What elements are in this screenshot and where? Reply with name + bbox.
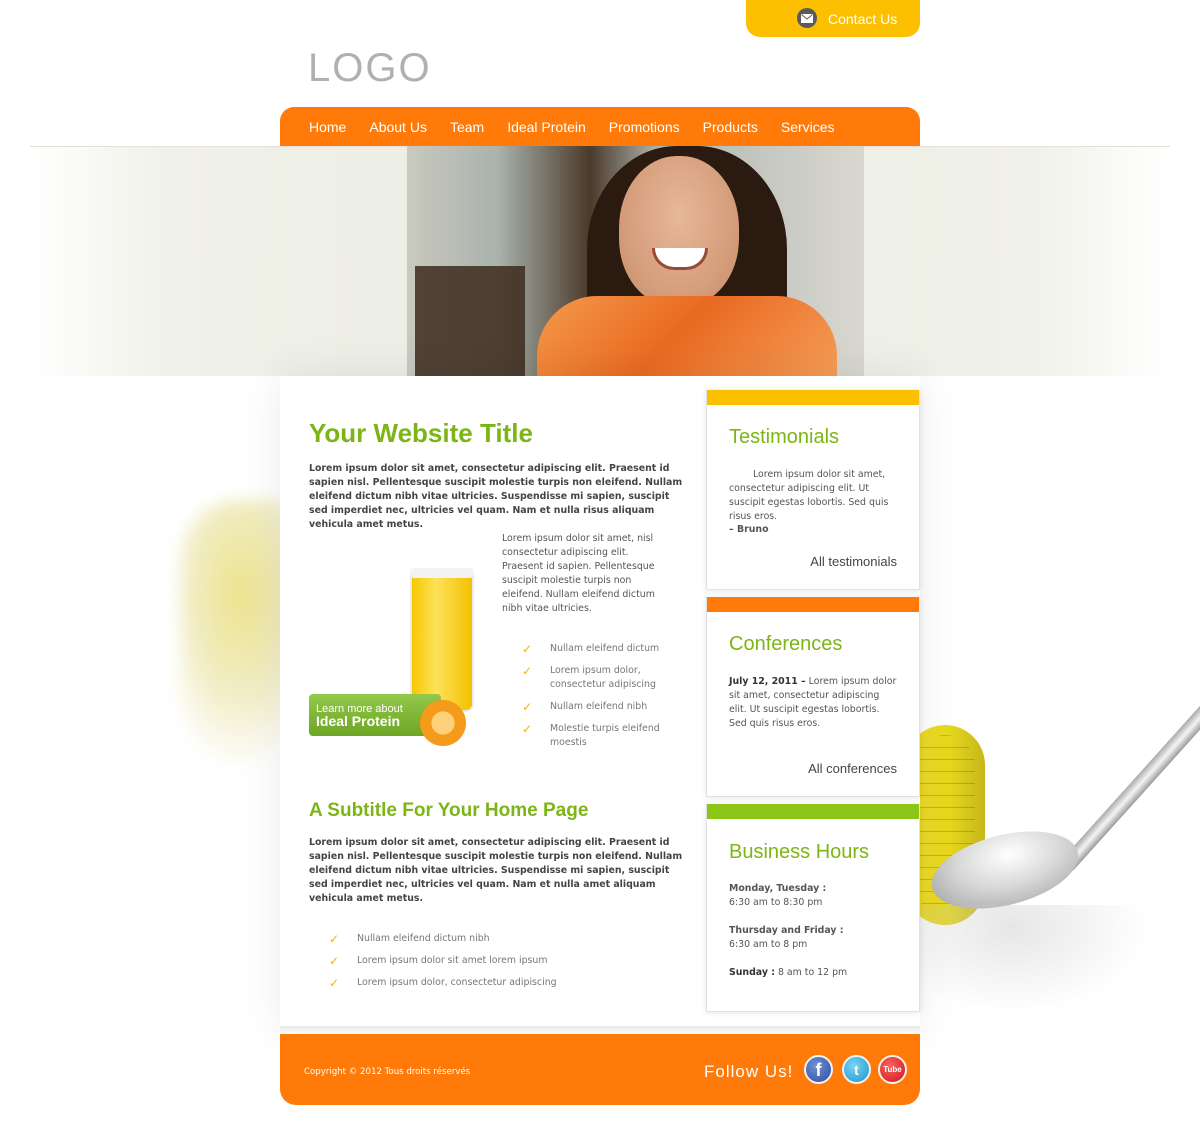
- check-icon: ✓: [522, 664, 533, 678]
- nav-services[interactable]: Services: [781, 119, 835, 135]
- list-item: ✓ Lorem ipsum dolor, consectetur adipisci…: [329, 976, 557, 990]
- list-item: ✓ Lorem ipsum dolor, consectetur adipisci…: [522, 664, 656, 690]
- contact-us-label: Contact Us: [828, 10, 898, 27]
- business-hours-title: Business Hours: [729, 841, 870, 863]
- nav-about-us[interactable]: About Us: [369, 119, 427, 135]
- orange-slice-image: [420, 700, 466, 746]
- hours-day-2: Thursday and Friday :: [729, 925, 844, 936]
- hours-time-2: 6:30 am to 8 pm: [729, 939, 808, 950]
- list-item: ✓ Lorem ipsum dolor sit amet lorem ipsum: [329, 954, 548, 968]
- conferences-title: Conferences: [729, 633, 843, 655]
- nav-ideal-protein[interactable]: Ideal Protein: [507, 119, 586, 135]
- hours-time-1: 6:30 am to 8:30 pm: [729, 897, 823, 908]
- page-subtitle: A Subtitle For Your Home Page: [309, 800, 589, 821]
- conference-date: July 12, 2011 –: [729, 676, 806, 687]
- check-icon: ✓: [329, 976, 340, 990]
- hero-background-cabinet: [415, 266, 525, 376]
- spoon-handle-decoration: [1057, 693, 1200, 876]
- conference-entry: July 12, 2011 – Lorem ipsum dolor sit am…: [729, 675, 899, 731]
- side-paragraph: Lorem ipsum dolor sit amet, nisl consect…: [502, 533, 655, 614]
- hours-entry-3: Sunday : 8 am to 12 pm: [729, 966, 899, 980]
- check-icon: ✓: [522, 722, 533, 736]
- hero-orange-shirt: [537, 296, 837, 376]
- main-content-bottom-edge: [280, 1026, 920, 1032]
- list-item: ✓ Nullam eleifend nibh: [522, 700, 648, 714]
- all-conferences-link[interactable]: All conferences: [808, 761, 897, 776]
- page-title: Your Website Title: [309, 418, 533, 448]
- conferences-color-bar: [707, 597, 919, 612]
- hero-image-smiling-woman: [407, 146, 864, 376]
- hours-time-3: 8 am to 12 pm: [777, 967, 848, 978]
- footer: Copyright © 2012 Tous droits réservés Fo…: [280, 1034, 920, 1105]
- hours-day-3: Sunday :: [729, 967, 775, 978]
- copyright-text: Copyright © 2012 Tous droits réservés: [304, 1067, 471, 1077]
- youtube-icon[interactable]: Tube: [878, 1055, 907, 1084]
- list-item: ✓ Molestie turpis eleifend moestis: [522, 722, 660, 748]
- feature-list-a: ✓ Nullam eleifend dictum ✓ Lorem ipsum dol…: [522, 642, 672, 758]
- testimonials-color-bar: [707, 390, 919, 405]
- testimonial-author: – Bruno: [729, 524, 769, 535]
- orange-juice-glass-image: [410, 568, 474, 712]
- check-icon: ✓: [329, 932, 340, 946]
- envelope-icon: [797, 8, 817, 28]
- hero-face: [619, 156, 739, 306]
- spoon-reflection: [920, 905, 1150, 1015]
- contact-us-button[interactable]: Contact Us: [746, 0, 920, 37]
- all-testimonials-link[interactable]: All testimonials: [810, 554, 897, 569]
- check-icon: ✓: [522, 642, 533, 656]
- twitter-icon[interactable]: t: [842, 1055, 871, 1084]
- business-hours-box: Business Hours Monday, Tuesday : 6:30 am…: [706, 804, 920, 1012]
- testimonials-box: Testimonials Lorem ipsum dolor sit amet,…: [706, 390, 920, 590]
- nav-home[interactable]: Home: [309, 119, 346, 135]
- nav-products[interactable]: Products: [703, 119, 758, 135]
- testimonial-quote: Lorem ipsum dolor sit amet, consectetur …: [729, 469, 889, 522]
- facebook-icon[interactable]: f: [804, 1055, 833, 1084]
- intro-paragraph: Lorem ipsum dolor sit amet, consectetur …: [309, 463, 683, 530]
- testimonials-title: Testimonials: [729, 426, 840, 448]
- list-item: ✓ Nullam eleifend dictum: [522, 642, 660, 656]
- nav-team[interactable]: Team: [450, 119, 484, 135]
- subtitle-paragraph: Lorem ipsum dolor sit amet, consectetur …: [309, 837, 683, 904]
- feature-list-b: ✓ Nullam eleifend dictum nibh ✓ Lorem ipsu…: [329, 932, 629, 998]
- check-icon: ✓: [329, 954, 340, 968]
- check-icon: ✓: [522, 700, 533, 714]
- business-hours-color-bar: [707, 804, 919, 819]
- nav-promotions[interactable]: Promotions: [609, 119, 680, 135]
- follow-us-label: Follow Us!: [704, 1062, 794, 1081]
- site-logo[interactable]: LOGO: [308, 46, 432, 91]
- conferences-box: Conferences July 12, 2011 – Lorem ipsum …: [706, 597, 920, 797]
- hours-day-1: Monday, Tuesday :: [729, 883, 827, 894]
- list-item: ✓ Nullam eleifend dictum nibh: [329, 932, 490, 946]
- main-navigation: Home About Us Team Ideal Protein Promoti…: [280, 107, 920, 147]
